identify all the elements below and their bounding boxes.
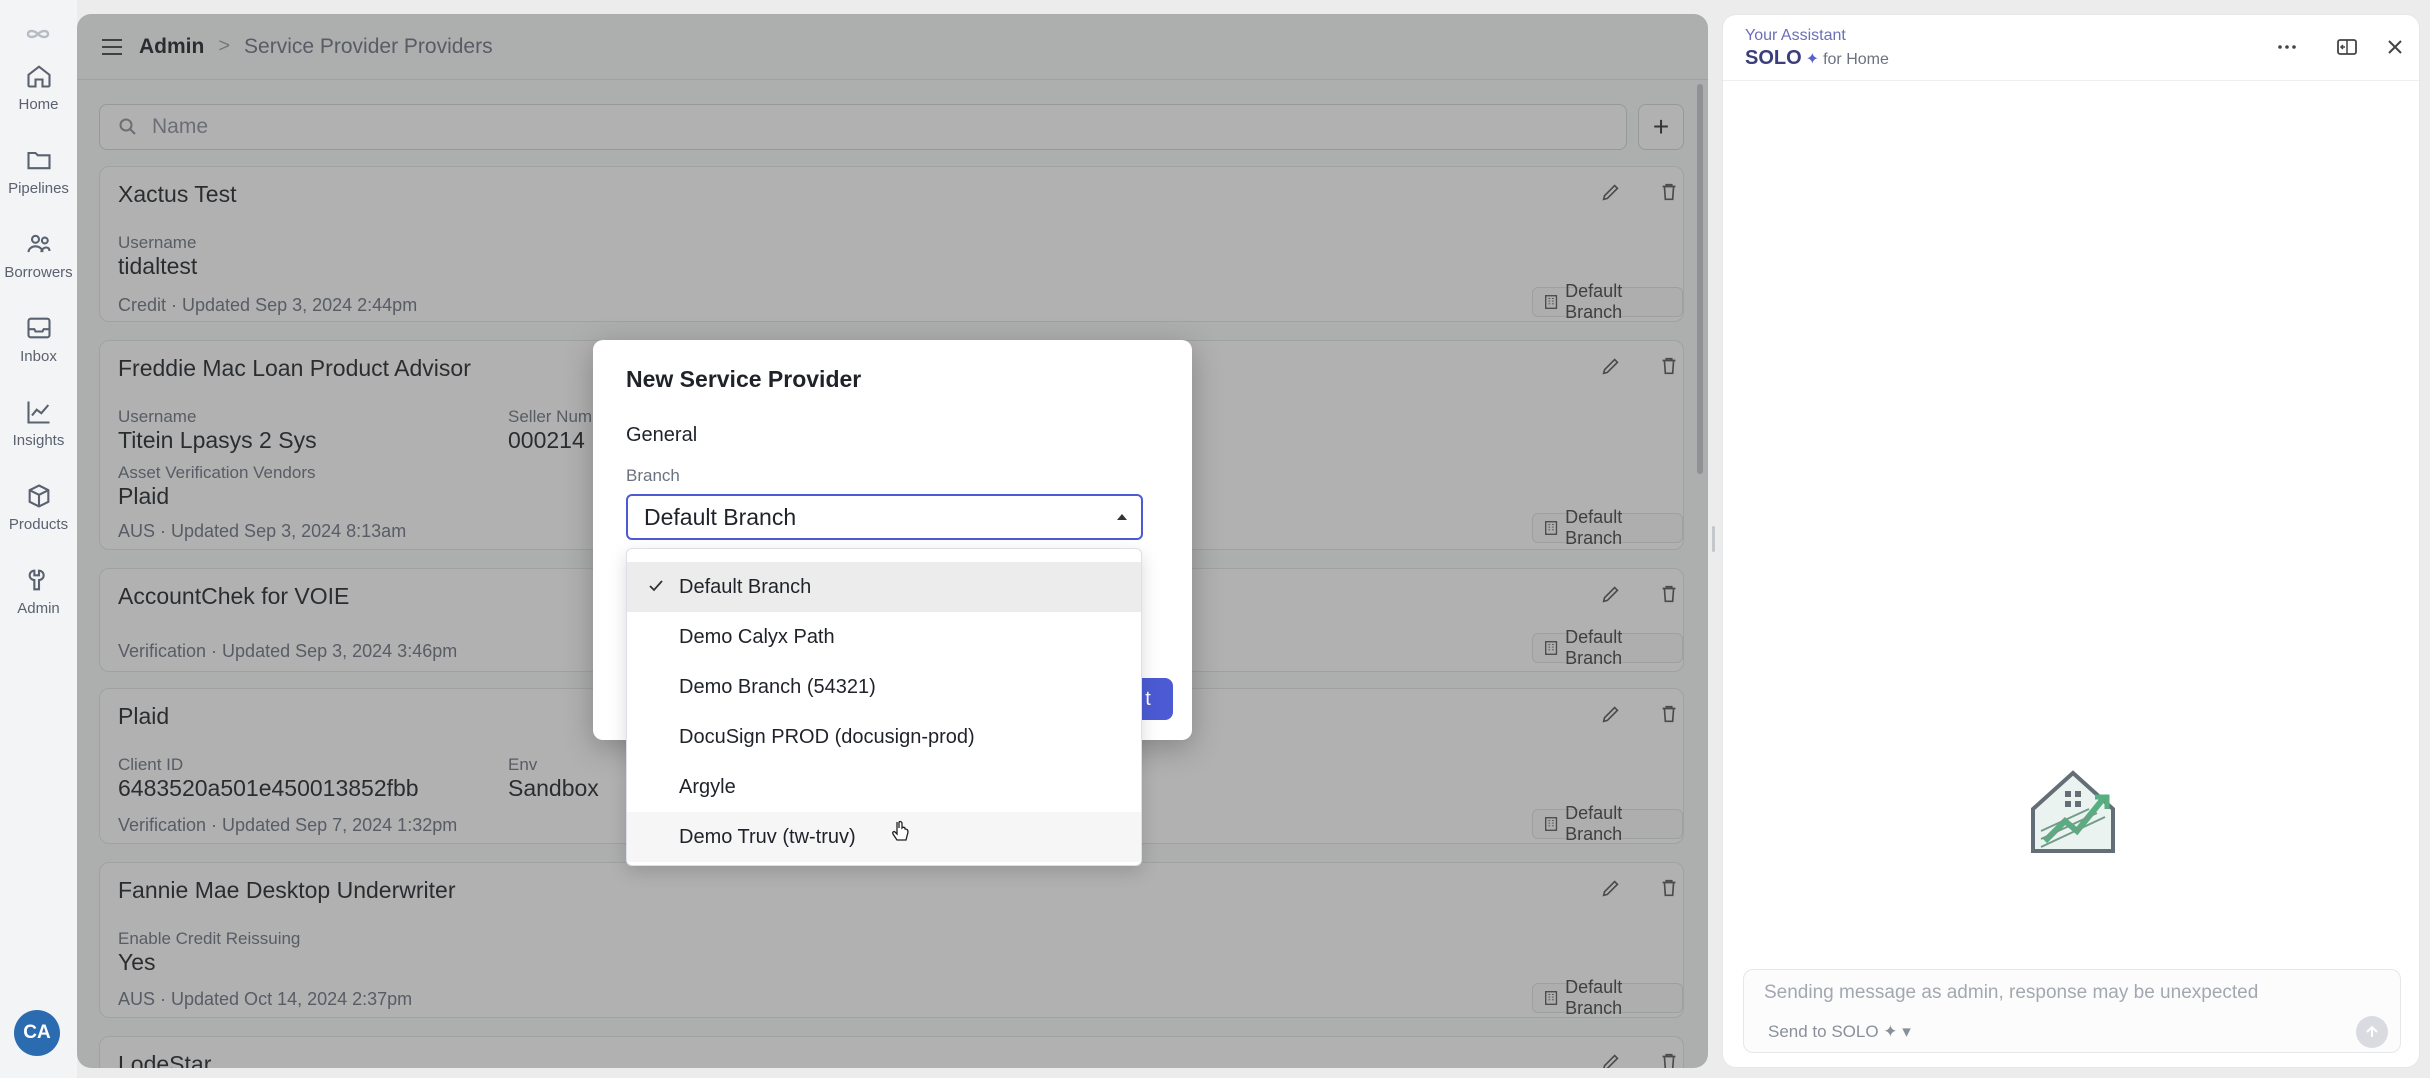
- dropdown-option[interactable]: DocuSign PROD (docusign-prod): [627, 712, 1141, 762]
- nav-item-pipelines[interactable]: Pipelines: [0, 136, 77, 206]
- nav-item-home[interactable]: Home: [0, 52, 77, 122]
- branch-select-value: Default Branch: [644, 503, 797, 530]
- assistant-name: SOLO: [1745, 47, 1802, 69]
- assistant-header: Your Assistant SOLO ✦ for Home: [1723, 15, 2419, 81]
- caret-up-icon: [1117, 514, 1127, 520]
- more-options-icon[interactable]: [2275, 35, 2299, 59]
- nav-item-admin[interactable]: Admin: [0, 556, 77, 626]
- option-label: DocuSign PROD (docusign-prod): [679, 725, 975, 748]
- infinity-logo-icon[interactable]: [18, 20, 58, 48]
- branch-select[interactable]: Default Branch: [626, 494, 1143, 540]
- close-icon[interactable]: [2383, 35, 2407, 59]
- house-logo-icon: [2031, 770, 2115, 853]
- inbox-icon: [26, 317, 51, 338]
- nav-rail: Home Pipelines Borrowers Inbox Insights …: [0, 0, 77, 1078]
- avatar[interactable]: CA: [14, 1010, 60, 1056]
- chart-icon: [26, 401, 49, 424]
- check-icon: [649, 580, 663, 592]
- panel-resize-handle[interactable]: [1712, 526, 1715, 552]
- arrow-up-icon: [2366, 1025, 2378, 1037]
- dock-panel-icon[interactable]: [2335, 35, 2359, 59]
- assistant-title: SOLO ✦ for Home: [1745, 47, 1889, 70]
- folder-icon: [26, 151, 51, 169]
- home-icon: [26, 64, 51, 88]
- chat-input-placeholder: Sending message as admin, response may b…: [1764, 982, 2259, 1003]
- nav-item-insights[interactable]: Insights: [0, 388, 77, 458]
- send-to-selector[interactable]: Send to SOLO ✦ ▾: [1768, 1022, 1911, 1042]
- option-label: Default Branch: [679, 575, 812, 598]
- nav-item-borrowers[interactable]: Borrowers: [0, 220, 77, 290]
- nav-label: Pipelines: [8, 179, 69, 197]
- nav-item-inbox[interactable]: Inbox: [0, 304, 77, 374]
- branch-dropdown: Default Branch Demo Calyx Path Demo Bran…: [626, 548, 1142, 866]
- nav-item-products[interactable]: Products: [0, 472, 77, 542]
- send-button[interactable]: [2356, 1016, 2388, 1048]
- dropdown-option[interactable]: Demo Branch (54321): [627, 662, 1141, 712]
- assistant-subtitle: Your Assistant: [1745, 27, 1846, 44]
- dropdown-option[interactable]: Demo Calyx Path: [627, 612, 1141, 662]
- assistant-context: for Home: [1823, 51, 1889, 68]
- chat-input[interactable]: Sending message as admin, response may b…: [1743, 969, 2401, 1053]
- nav-label: Products: [8, 515, 69, 533]
- wrench-icon: [28, 569, 45, 590]
- nav-label: Insights: [12, 431, 65, 449]
- option-label: Argyle: [679, 775, 736, 798]
- hand-cursor-icon: [892, 820, 909, 841]
- submit-button-label: t: [1145, 687, 1151, 710]
- nav-label: Admin: [17, 599, 60, 617]
- modal-title: New Service Provider: [626, 366, 862, 392]
- option-label: Demo Branch (54321): [679, 675, 876, 698]
- nav-label: Home: [18, 95, 59, 113]
- box-icon: [28, 483, 49, 508]
- option-label: Demo Truv (tw-truv): [679, 825, 856, 848]
- dropdown-option[interactable]: Demo Truv (tw-truv): [627, 812, 1141, 862]
- nav-label: Borrowers: [4, 263, 73, 281]
- dropdown-option[interactable]: Default Branch: [627, 562, 1141, 612]
- option-label: Demo Calyx Path: [679, 625, 835, 648]
- dropdown-option[interactable]: Argyle: [627, 762, 1141, 812]
- branch-label: Branch: [626, 466, 680, 485]
- sparkle-icon: ✦: [1805, 51, 1820, 68]
- section-heading: General: [626, 424, 698, 446]
- nav-label: Inbox: [20, 347, 57, 365]
- assistant-panel: Your Assistant SOLO ✦ for Home Sending mes…: [1722, 14, 2420, 1068]
- people-icon: [26, 234, 51, 252]
